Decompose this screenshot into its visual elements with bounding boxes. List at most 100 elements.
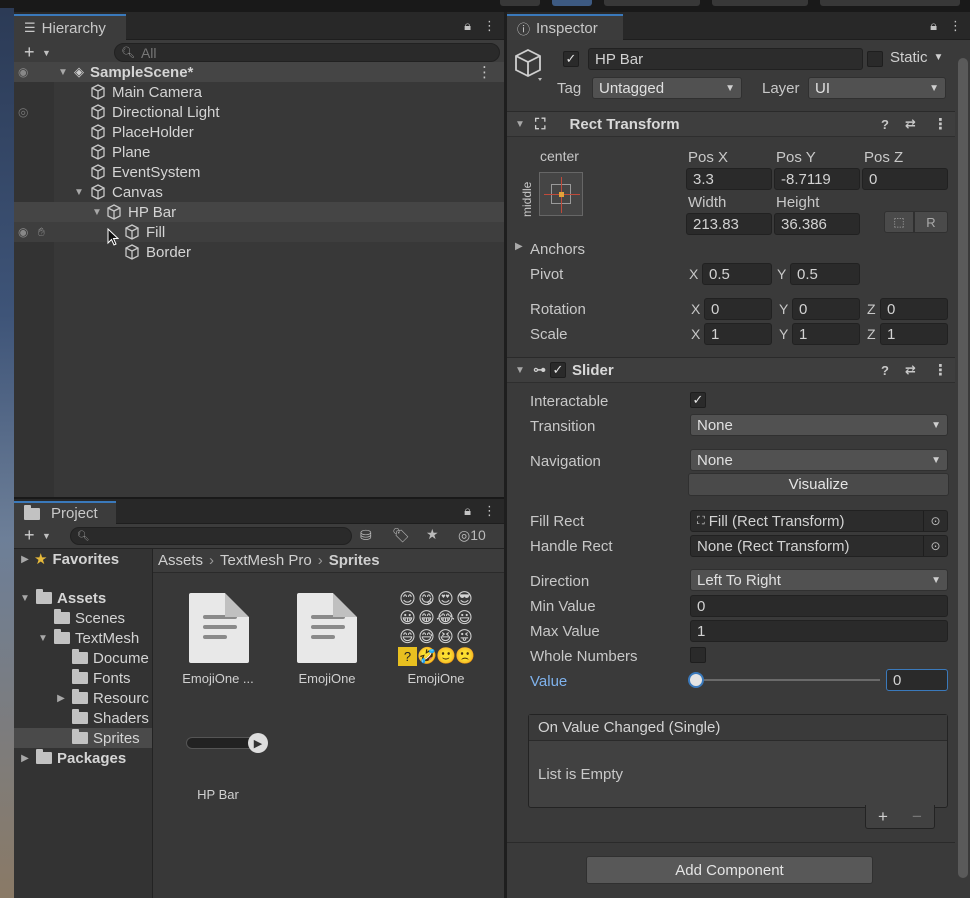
- hierarchy-item-canvas[interactable]: ▼ Canvas: [14, 182, 504, 202]
- lock-icon[interactable]: 🔒︎: [464, 503, 471, 519]
- toolbar-button[interactable]: [604, 0, 700, 6]
- pivot-y-field[interactable]: 0.5: [790, 263, 860, 285]
- handle-rect-object-field[interactable]: None (Rect Transform) ⊙: [690, 535, 948, 557]
- tree-documentation[interactable]: Docume: [14, 648, 152, 668]
- create-plus-icon[interactable]: +: [24, 525, 35, 546]
- filter-by-label-icon[interactable]: 🏷︎: [392, 527, 410, 544]
- tree-packages[interactable]: ▶ Packages: [14, 748, 152, 768]
- blueprint-mode-button[interactable]: ⬚: [884, 211, 914, 233]
- hidden-packages-toggle[interactable]: ◎10: [458, 527, 486, 544]
- component-menu-icon[interactable]: ⋮: [933, 115, 948, 133]
- toolbar-button[interactable]: [820, 0, 960, 6]
- hierarchy-item-border[interactable]: Border: [14, 242, 504, 262]
- tree-scenes[interactable]: Scenes: [14, 608, 152, 628]
- hierarchy-item-fill[interactable]: ◉ ✋︎ Fill: [14, 222, 504, 242]
- lock-icon[interactable]: 🔒︎: [464, 18, 471, 34]
- tab-inspector[interactable]: ⓘ Inspector: [507, 14, 623, 40]
- help-icon[interactable]: ?: [881, 117, 889, 132]
- hierarchy-item-placeholder[interactable]: PlaceHolder: [14, 122, 504, 142]
- max-value-field[interactable]: 1: [690, 620, 948, 642]
- tree-assets[interactable]: ▼ Assets: [14, 588, 152, 608]
- value-field[interactable]: 0: [886, 669, 948, 691]
- pos-x-field[interactable]: 3.3: [686, 168, 772, 190]
- visualize-button[interactable]: Visualize: [688, 473, 949, 496]
- width-field[interactable]: 213.83: [686, 213, 772, 235]
- inspector-scrollbar[interactable]: [958, 58, 968, 878]
- expand-arrow-icon[interactable]: ▶: [18, 554, 32, 565]
- hierarchy-item-directional-light[interactable]: ◎ Directional Light: [14, 102, 504, 122]
- tree-favorites[interactable]: ▶ ★ Favorites: [14, 549, 152, 569]
- tab-hierarchy[interactable]: ☰ Hierarchy: [14, 14, 126, 40]
- chevron-down-icon[interactable]: ▼: [42, 531, 51, 541]
- scene-row[interactable]: ◉ ▼ ◈ SampleScene* ⋮: [14, 62, 504, 82]
- tree-shaders[interactable]: Shaders: [14, 708, 152, 728]
- preset-sliders-icon[interactable]: ⇄: [905, 362, 916, 378]
- static-checkbox[interactable]: [867, 51, 883, 67]
- navigation-dropdown[interactable]: None ▼: [690, 449, 948, 471]
- preset-sliders-icon[interactable]: ⇄: [905, 116, 916, 132]
- favorites-star-icon[interactable]: ★: [426, 526, 439, 543]
- expand-arrow-icon[interactable]: ▼: [56, 67, 70, 78]
- tree-fonts[interactable]: Fonts: [14, 668, 152, 688]
- tag-dropdown[interactable]: Untagged ▼: [592, 77, 742, 99]
- object-picker-icon[interactable]: ⊙: [923, 536, 947, 556]
- layer-dropdown[interactable]: UI ▼: [808, 77, 946, 99]
- pivot-x-field[interactable]: 0.5: [702, 263, 772, 285]
- more-menu-icon[interactable]: ⋮: [483, 18, 496, 34]
- object-name-input[interactable]: HP Bar: [588, 48, 863, 70]
- text-asset-icon[interactable]: [297, 593, 357, 663]
- hidden-eye-icon[interactable]: ◎: [18, 105, 28, 119]
- fill-rect-object-field[interactable]: ⛶ Fill (Rect Transform) ⊙: [690, 510, 948, 532]
- text-asset-icon[interactable]: [189, 593, 249, 663]
- static-dropdown[interactable]: Static ▼: [890, 49, 943, 66]
- add-component-button[interactable]: Add Component: [586, 856, 873, 884]
- more-menu-icon[interactable]: ⋮: [483, 503, 496, 519]
- slider-component-header[interactable]: ▼ ⊶ ✓ Slider ? ⇄ ⋮: [507, 357, 955, 383]
- scroll-down-icon[interactable]: [956, 892, 970, 898]
- scale-z-field[interactable]: 1: [880, 323, 948, 345]
- slider-enabled-checkbox[interactable]: ✓: [550, 362, 566, 378]
- expand-arrow-icon[interactable]: ▼: [90, 207, 104, 218]
- lock-icon[interactable]: 🔒︎: [930, 18, 937, 34]
- interactable-checkbox[interactable]: ✓: [690, 392, 706, 408]
- rect-transform-header[interactable]: ▼ ⛶ Rect Transform ? ⇄ ⋮: [507, 111, 955, 137]
- hierarchy-item-plane[interactable]: Plane: [14, 142, 504, 162]
- value-slider-thumb[interactable]: [688, 672, 704, 688]
- breadcrumb-sprites[interactable]: Sprites: [329, 552, 380, 569]
- toolbar-button[interactable]: [552, 0, 592, 6]
- hp-bar-prefab-icon[interactable]: [186, 737, 256, 749]
- toolbar-button[interactable]: [500, 0, 540, 6]
- chevron-down-icon[interactable]: ▼: [42, 48, 51, 58]
- project-search-input[interactable]: 🔍︎: [70, 527, 352, 545]
- min-value-field[interactable]: 0: [690, 595, 948, 617]
- scale-x-field[interactable]: 1: [704, 323, 772, 345]
- collapse-arrow-icon[interactable]: ▼: [513, 365, 527, 376]
- help-icon[interactable]: ?: [881, 363, 889, 378]
- hierarchy-search-input[interactable]: 🔍︎ All: [114, 43, 500, 62]
- component-menu-icon[interactable]: ⋮: [933, 361, 948, 379]
- remove-listener-button[interactable]: −: [912, 807, 922, 827]
- gameobject-large-cube-icon[interactable]: [514, 48, 544, 82]
- filter-by-type-icon[interactable]: ⛁: [360, 527, 372, 544]
- anchors-foldout[interactable]: Anchors: [530, 241, 585, 258]
- pos-z-field[interactable]: 0: [862, 168, 948, 190]
- rotation-x-field[interactable]: 0: [704, 298, 772, 320]
- pos-y-field[interactable]: -8.7119: [774, 168, 860, 190]
- breadcrumb-assets[interactable]: Assets: [158, 552, 203, 569]
- breadcrumb-textmesh-pro[interactable]: TextMesh Pro: [220, 552, 312, 569]
- tree-resources[interactable]: ▶ Resourc: [14, 688, 152, 708]
- tree-textmesh[interactable]: ▼ TextMesh: [14, 628, 152, 648]
- scene-menu-icon[interactable]: ⋮: [477, 63, 492, 81]
- transition-dropdown[interactable]: None ▼: [690, 414, 948, 436]
- raw-edit-button[interactable]: R: [914, 211, 948, 233]
- height-field[interactable]: 36.386: [774, 213, 860, 235]
- object-picker-icon[interactable]: ⊙: [923, 511, 947, 531]
- hierarchy-item-eventsystem[interactable]: EventSystem: [14, 162, 504, 182]
- tree-sprites[interactable]: Sprites: [14, 728, 152, 748]
- whole-numbers-checkbox[interactable]: [690, 647, 706, 663]
- more-menu-icon[interactable]: ⋮: [949, 18, 962, 34]
- expand-arrow-icon[interactable]: ▼: [18, 593, 32, 604]
- hierarchy-item-hp-bar[interactable]: ▼ HP Bar: [14, 202, 504, 222]
- create-plus-icon[interactable]: +: [24, 42, 35, 63]
- active-checkbox[interactable]: ✓: [563, 51, 579, 67]
